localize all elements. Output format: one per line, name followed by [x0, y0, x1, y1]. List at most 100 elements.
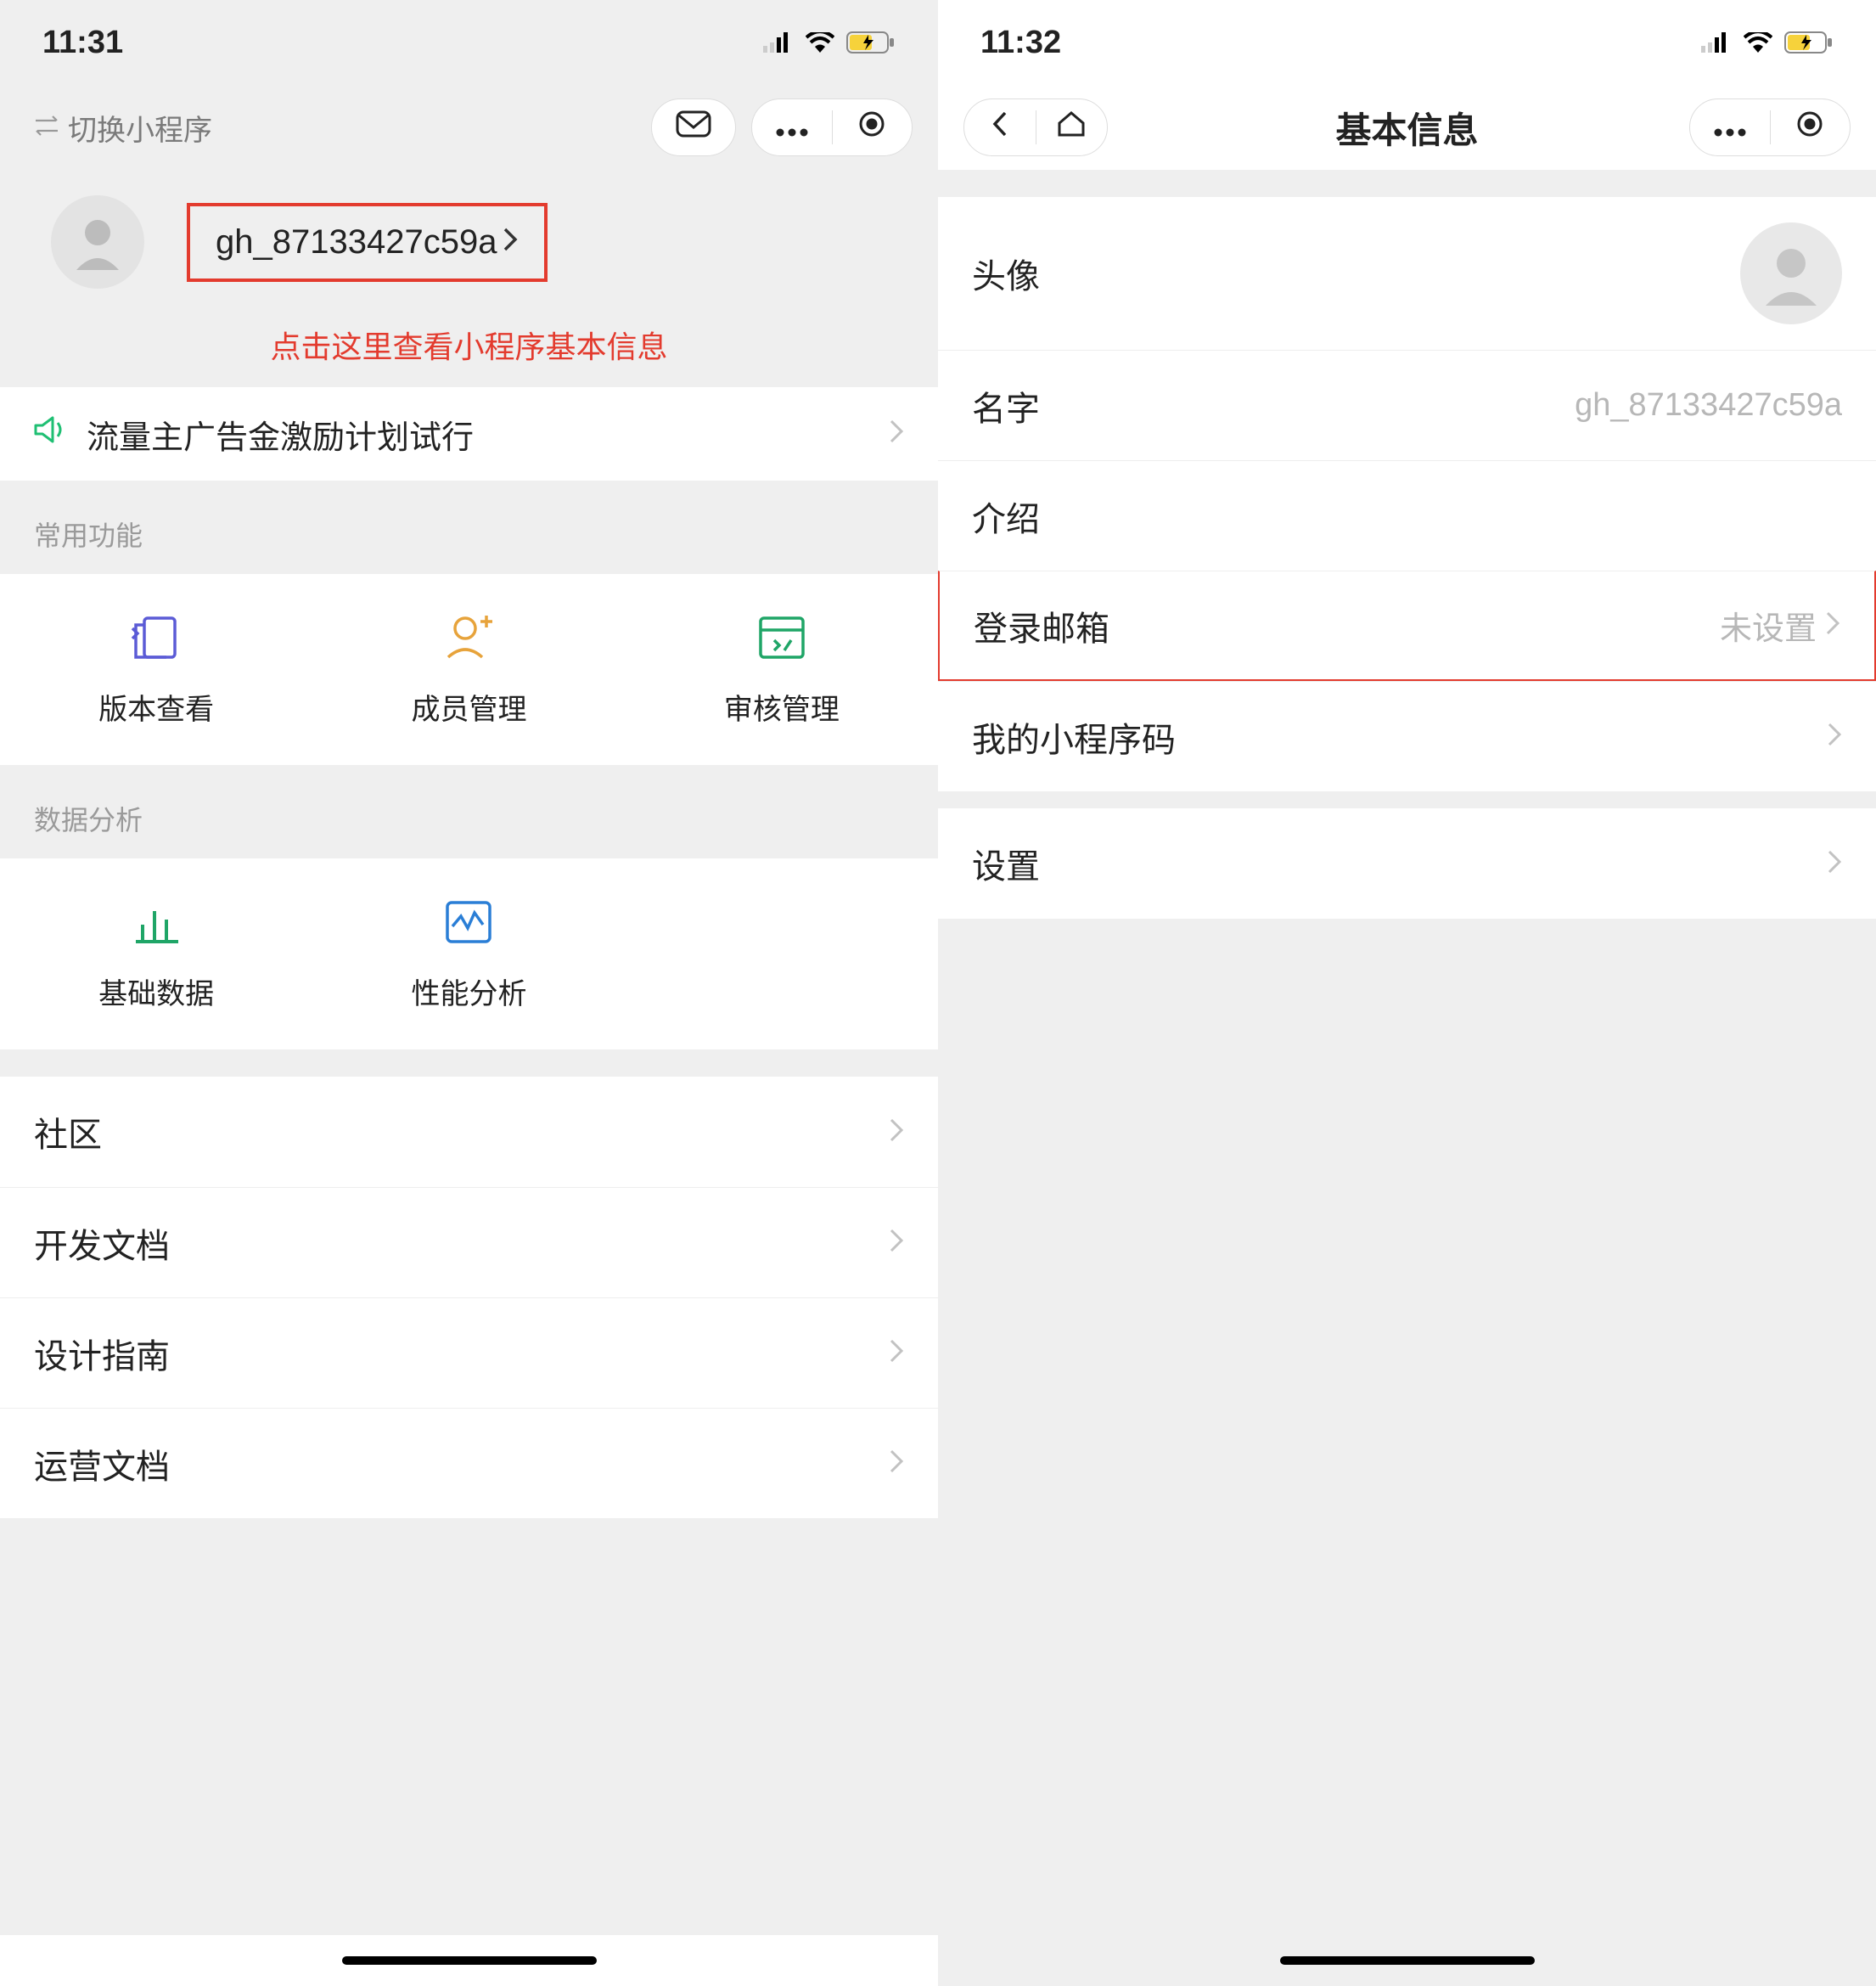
target-icon [1795, 110, 1824, 146]
feature-label: 审核管理 [724, 686, 840, 728]
feature-member-manage[interactable]: 成员管理 [312, 608, 625, 728]
performance-icon [439, 892, 498, 952]
chevron-right-icon [502, 223, 519, 262]
row-qrcode[interactable]: 我的小程序码 [938, 681, 1876, 791]
link-design-guide[interactable]: 设计指南 [0, 1297, 938, 1408]
cellular-icon [1701, 32, 1732, 53]
section-common-title: 常用功能 [0, 481, 938, 574]
avatar-image [1740, 222, 1842, 324]
chevron-right-icon [1827, 717, 1842, 756]
battery-icon [1784, 31, 1834, 53]
row-name[interactable]: 名字 gh_87133427c59a [938, 350, 1876, 460]
more-icon [775, 110, 809, 145]
nav-bar: 基本信息 [938, 85, 1876, 170]
feature-label: 基础数据 [98, 970, 214, 1012]
profile-id: gh_87133427c59a [216, 223, 497, 262]
link-label: 运营文档 [34, 1439, 877, 1488]
more-icon [1713, 110, 1747, 145]
bar-chart-icon [126, 892, 186, 952]
chevron-right-icon [889, 1444, 904, 1482]
home-indicator[interactable] [0, 1935, 938, 1986]
miniprogram-capsule [1689, 98, 1851, 156]
basic-info-list: 头像 名字 gh_87133427c59a 介绍 登录邮箱 未设置 我的小程序码 [938, 197, 1876, 791]
mail-button[interactable] [651, 98, 736, 156]
cellular-icon [763, 32, 794, 53]
feature-label: 成员管理 [411, 686, 526, 728]
wifi-icon [1744, 32, 1772, 53]
row-settings[interactable]: 设置 [938, 808, 1876, 919]
miniprogram-capsule [751, 98, 913, 156]
promo-label: 流量主广告金激励计划试行 [87, 411, 877, 458]
capsule-menu-button[interactable] [1690, 99, 1770, 155]
back-button[interactable] [964, 99, 1036, 155]
home-icon [1056, 110, 1087, 146]
status-time: 11:31 [42, 25, 123, 61]
capsule-close-button[interactable] [833, 99, 913, 155]
common-features-grid: 版本查看 成员管理 审核管理 [0, 574, 938, 765]
capsule-close-button[interactable] [1771, 99, 1851, 155]
status-bar: 11:31 [0, 0, 938, 85]
chevron-right-icon [889, 1334, 904, 1372]
profile-row[interactable]: gh_87133427c59a [0, 170, 938, 314]
feature-version-check[interactable]: 版本查看 [0, 608, 312, 728]
mail-icon [676, 110, 711, 145]
version-icon [126, 608, 186, 667]
settings-list: 设置 [938, 808, 1876, 919]
home-indicator[interactable] [938, 1935, 1876, 1986]
chevron-right-icon [889, 1224, 904, 1262]
status-indicators [1701, 31, 1834, 53]
chevron-right-icon [1827, 845, 1842, 883]
switch-label: 切换小程序 [68, 107, 212, 149]
data-features-grid: 基础数据 性能分析 [0, 858, 938, 1049]
chevron-left-icon [991, 110, 1009, 146]
left-phone-screen: 11:31 切换小程序 [0, 0, 938, 1986]
name-value: gh_87133427c59a [1575, 387, 1842, 424]
audit-icon [752, 608, 812, 667]
profile-id-highlight-box: gh_87133427c59a [187, 203, 548, 282]
name-label: 名字 [972, 381, 1575, 430]
feature-basic-data[interactable]: 基础数据 [0, 892, 312, 1012]
promo-row[interactable]: 流量主广告金激励计划试行 [0, 387, 938, 481]
link-community[interactable]: 社区 [0, 1077, 938, 1187]
wifi-icon [806, 32, 834, 53]
switch-miniprogram-button[interactable]: 切换小程序 [34, 107, 212, 149]
chevron-right-icon [889, 1113, 904, 1151]
target-icon [857, 110, 886, 146]
home-button[interactable] [1036, 99, 1108, 155]
chevron-right-icon [1825, 606, 1840, 644]
capsule-menu-button[interactable] [752, 99, 832, 155]
status-time: 11:32 [980, 25, 1061, 61]
link-label: 开发文档 [34, 1218, 877, 1268]
links-list: 社区 开发文档 设计指南 运营文档 [0, 1077, 938, 1518]
status-indicators [763, 31, 896, 53]
link-ops-docs[interactable]: 运营文档 [0, 1408, 938, 1518]
row-intro[interactable]: 介绍 [938, 460, 1876, 571]
section-data-title: 数据分析 [0, 765, 938, 858]
top-bar: 切换小程序 [0, 85, 938, 170]
row-login-email[interactable]: 登录邮箱 未设置 [938, 571, 1876, 681]
feature-label: 版本查看 [98, 686, 214, 728]
email-value: 未设置 [1720, 602, 1817, 649]
chevron-right-icon [889, 416, 904, 453]
speaker-icon [34, 414, 68, 453]
intro-label: 介绍 [972, 492, 1842, 541]
status-bar: 11:32 [938, 0, 1876, 85]
feature-label: 性能分析 [411, 970, 526, 1012]
right-phone-screen: 11:32 基 [938, 0, 1876, 1986]
link-label: 设计指南 [34, 1329, 877, 1378]
email-label: 登录邮箱 [974, 601, 1720, 650]
settings-label: 设置 [972, 839, 1818, 888]
member-icon [439, 608, 498, 667]
profile-avatar [51, 195, 144, 289]
link-label: 社区 [34, 1107, 877, 1156]
swap-icon [34, 111, 59, 144]
nav-back-home-capsule [963, 98, 1108, 156]
annotation-text: 点击这里查看小程序基本信息 [0, 314, 938, 387]
feature-performance[interactable]: 性能分析 [312, 892, 625, 1012]
battery-icon [846, 31, 896, 53]
feature-audit-manage[interactable]: 审核管理 [626, 608, 938, 728]
link-dev-docs[interactable]: 开发文档 [0, 1187, 938, 1297]
qrcode-label: 我的小程序码 [972, 712, 1818, 762]
avatar-label: 头像 [972, 249, 1740, 298]
row-avatar[interactable]: 头像 [938, 197, 1876, 350]
